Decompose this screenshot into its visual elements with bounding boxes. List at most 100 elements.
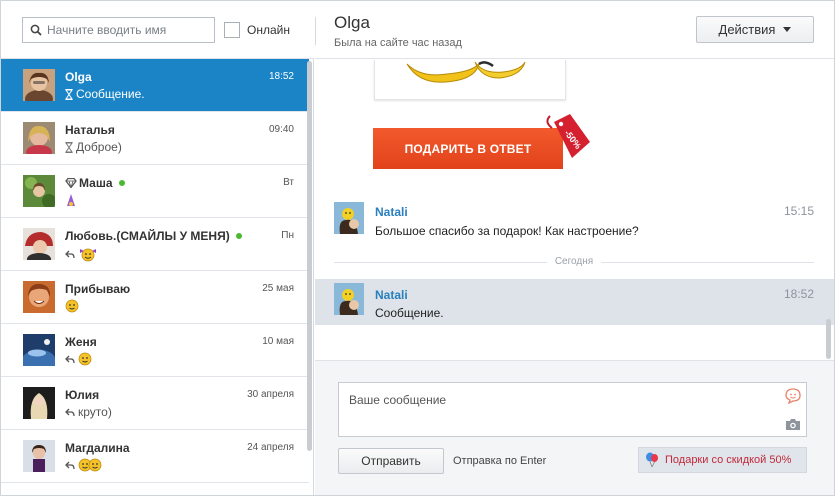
reply-arrow-icon — [65, 250, 75, 258]
contact-preview: Сообщение. — [65, 87, 145, 101]
actions-button[interactable]: Действия — [696, 16, 814, 43]
contact-avatar — [23, 69, 55, 101]
contact-name: Юлия — [65, 388, 100, 402]
contact-preview — [65, 299, 79, 313]
sender-avatar — [334, 202, 364, 234]
messages-scrollbar[interactable] — [826, 319, 831, 359]
camera-icon[interactable] — [785, 418, 801, 431]
message-time: 15:15 — [783, 204, 814, 218]
contact-preview — [65, 246, 98, 262]
day-separator-text: Сегодня — [546, 256, 602, 267]
contact-name: Женя — [65, 335, 97, 349]
gift-bananas-image — [406, 61, 526, 83]
contacts-scrollbar[interactable] — [307, 61, 312, 451]
sender-name[interactable]: Natali — [375, 205, 408, 219]
hourglass-icon — [65, 141, 73, 153]
vip-diamond-icon — [65, 177, 77, 189]
contact-time: 30 апреля — [247, 389, 294, 400]
header-divider — [315, 17, 316, 45]
contact-name: Маша — [79, 176, 113, 190]
reply-arrow-icon — [65, 355, 75, 363]
contact-name: Магдалина — [65, 441, 130, 455]
last-seen-status: Была на сайте час назад — [334, 37, 462, 49]
contact-item[interactable]: Любовь.(СМАЙЛЫ У МЕНЯ) Пн — [1, 218, 309, 271]
message-row: Natali 15:15 Большое спасибо за подарок!… — [315, 202, 834, 246]
gift-sticker-icon — [67, 194, 75, 206]
contact-avatar — [23, 334, 55, 366]
enter-hint: Отправка по Enter — [453, 455, 547, 467]
smiley-icon — [78, 458, 102, 472]
gifts-discount-link[interactable]: Подарки со скидкой 50% — [638, 447, 807, 473]
discount-tag-icon: -50% — [546, 114, 590, 158]
emoji-icon[interactable] — [785, 388, 801, 404]
chevron-down-icon — [783, 27, 792, 32]
contact-avatar — [23, 228, 55, 260]
balloons-icon — [646, 452, 658, 468]
contact-preview — [65, 352, 92, 366]
contact-item[interactable]: Наталья 09:40 Доброе) — [1, 112, 309, 165]
message-input[interactable] — [349, 393, 769, 429]
contact-item[interactable]: Прибываю 25 мая — [1, 271, 309, 324]
send-button[interactable]: Отправить — [338, 448, 444, 474]
message-row: Natali 18:52 Сообщение. — [315, 279, 834, 325]
message-text: Большое спасибо за подарок! Как настроен… — [375, 224, 639, 238]
gifts-promo-label: Подарки со скидкой 50% — [665, 454, 792, 466]
contact-preview — [65, 458, 102, 472]
message-area: ПОДАРИТЬ В ОТВЕТ -50% Natali 15:15 Больш… — [315, 60, 834, 360]
contact-name: Olga — [65, 70, 92, 84]
contact-avatar — [23, 440, 55, 472]
contact-item[interactable]: Olga 18:52 Сообщение. — [1, 59, 309, 112]
contact-time: Вт — [283, 177, 294, 188]
contact-item[interactable]: Юлия 30 апреля круто) — [1, 377, 309, 430]
message-text: Сообщение. — [375, 306, 444, 320]
contact-item[interactable]: Женя 10 мая — [1, 324, 309, 377]
contact-avatar — [23, 281, 55, 313]
sender-avatar — [334, 283, 364, 315]
contact-time: Пн — [281, 230, 294, 241]
message-input-box[interactable] — [338, 382, 807, 437]
contact-time: 10 мая — [262, 336, 294, 347]
online-checkbox[interactable] — [224, 22, 240, 38]
hourglass-icon — [65, 88, 73, 100]
actions-label: Действия — [718, 22, 776, 37]
contact-avatar — [23, 387, 55, 419]
message-time: 18:52 — [783, 287, 814, 301]
smiley-icon — [78, 352, 92, 366]
chat-header: Olga Была на сайте час назад Действия — [315, 1, 834, 59]
online-indicator — [118, 179, 125, 186]
message-composer: Отправить Отправка по Enter Подарки со с… — [315, 360, 834, 495]
contact-name: Прибываю — [65, 282, 131, 296]
contact-list: Olga 18:52 Сообщение. Наталья 09:40 Добр… — [1, 59, 309, 495]
day-separator: Сегодня — [334, 256, 814, 268]
reply-arrow-icon — [65, 408, 75, 416]
contact-name: Наталья — [65, 123, 115, 137]
gift-reply-button[interactable]: ПОДАРИТЬ В ОТВЕТ — [373, 128, 563, 169]
contact-item[interactable]: Магдалина 24 апреля — [1, 430, 309, 483]
smiley-icon — [65, 299, 79, 313]
contact-name: Любовь.(СМАЙЛЫ У МЕНЯ) — [65, 229, 230, 243]
contact-name-row: Маша — [65, 176, 125, 190]
contact-preview-text: круто) — [78, 405, 112, 419]
smiley-bow-icon — [80, 248, 96, 262]
search-box[interactable] — [22, 17, 215, 43]
search-icon — [30, 24, 42, 36]
contact-avatar — [23, 122, 55, 154]
contact-time: 24 апреля — [247, 442, 294, 453]
contact-preview: круто) — [65, 405, 112, 419]
contact-item[interactable]: Маша Вт — [1, 165, 309, 218]
gift-card — [374, 60, 566, 100]
contact-avatar — [23, 175, 55, 207]
contacts-panel: Онлайн Olga 18:52 Сообщение. — [1, 1, 314, 495]
contact-time: 18:52 — [268, 71, 294, 82]
contact-time: 09:40 — [268, 124, 294, 135]
search-bar: Онлайн — [1, 1, 314, 59]
sender-name[interactable]: Natali — [375, 288, 408, 302]
online-indicator — [235, 232, 242, 239]
contact-preview: Доброе) — [65, 140, 122, 154]
search-input[interactable] — [47, 21, 212, 39]
day-separator-label: Сегодня — [334, 256, 814, 267]
chat-title: Olga — [334, 13, 370, 32]
contact-preview — [65, 193, 77, 207]
contact-name-row: Любовь.(СМАЙЛЫ У МЕНЯ) — [65, 229, 242, 243]
contact-preview-text: Сообщение. — [76, 87, 145, 101]
